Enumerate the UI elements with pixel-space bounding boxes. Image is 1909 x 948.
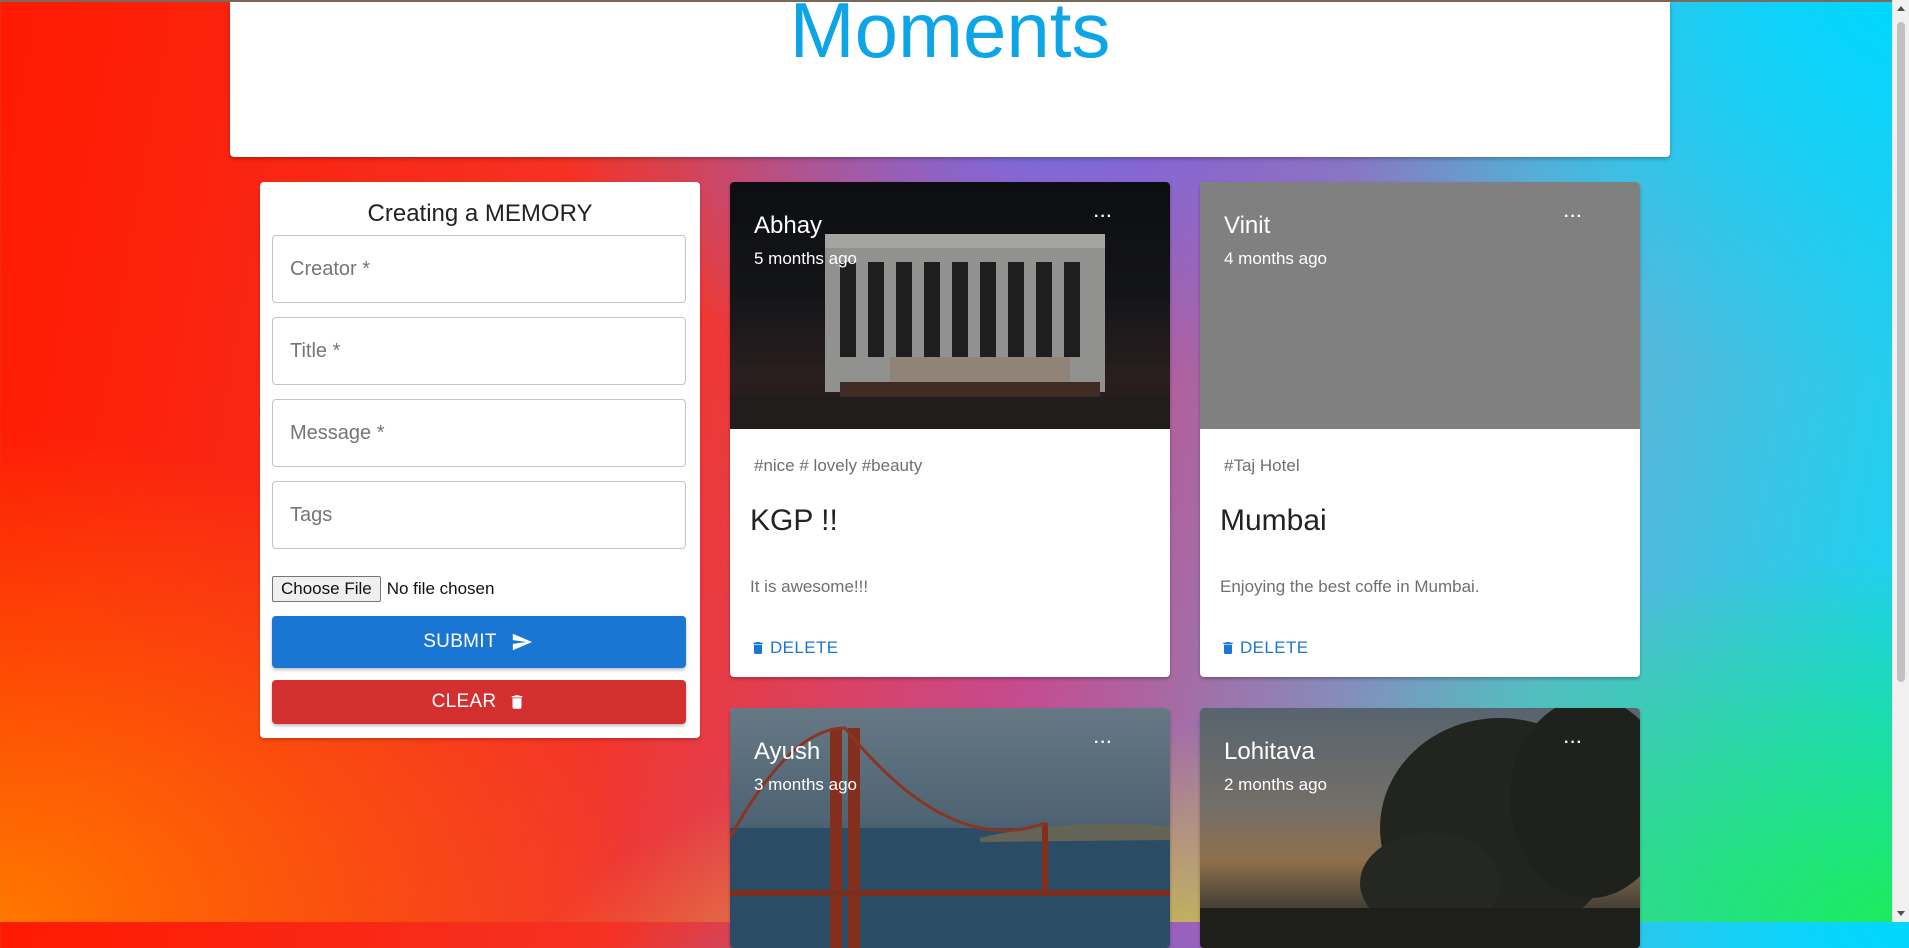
submit-button[interactable]: SUBMIT (272, 616, 686, 668)
message-field[interactable]: Message * (272, 399, 686, 467)
clear-label: CLEAR (431, 691, 497, 712)
post-image: Lohitava 2 months ago ··· (1200, 708, 1640, 948)
post-message: Enjoying the best coffe in Mumbai. (1220, 577, 1480, 596)
trash-icon (753, 642, 763, 654)
post-time: 5 months ago (754, 249, 858, 268)
scroll-up-arrow-icon[interactable] (1897, 6, 1905, 11)
tags-field[interactable]: Tags (272, 481, 686, 549)
more-options-button[interactable]: ··· (1094, 734, 1113, 752)
scrollbar-thumb[interactable] (1897, 22, 1905, 682)
scroll-down-arrow-icon[interactable] (1897, 911, 1905, 916)
trash-icon (512, 695, 523, 709)
app-bar: Moments (230, 0, 1670, 157)
creator-field[interactable]: Creator * (272, 235, 686, 303)
file-picker: Choose File No file chosen (272, 576, 494, 602)
tags-placeholder: Tags (290, 503, 333, 526)
post-image: Abhay 5 months ago ··· (730, 182, 1170, 429)
post-time: 2 months ago (1224, 775, 1328, 794)
post-tags: #nice # lovely #beauty (754, 456, 923, 475)
post-tags: #Taj Hotel (1224, 456, 1300, 475)
post-card: Ayush 3 months ago ··· (730, 708, 1170, 948)
delete-button[interactable]: DELETE (1220, 638, 1309, 658)
page-scrollbar[interactable] (1892, 0, 1909, 922)
post-time: 3 months ago (754, 775, 858, 794)
delete-button[interactable]: DELETE (750, 638, 839, 658)
post-title: Mumbai (1220, 504, 1327, 537)
post-card: Abhay 5 months ago ··· #nice # lovely #b… (730, 182, 1170, 677)
submit-label: SUBMIT (423, 631, 497, 652)
creator-placeholder: Creator * (290, 257, 371, 280)
post-creator: Ayush (754, 738, 821, 765)
post-card: Vinit 4 months ago ··· #Taj Hotel Mumbai… (1200, 182, 1640, 677)
post-image: Ayush 3 months ago ··· (730, 708, 1170, 948)
trash-icon (1223, 642, 1233, 654)
file-status: No file chosen (386, 579, 495, 598)
post-message: It is awesome!!! (750, 577, 869, 596)
send-icon (512, 633, 532, 651)
post-card: Lohitava 2 months ago ··· (1200, 708, 1640, 948)
memory-form: Creating a MEMORY Creator * Title * Mess… (260, 182, 700, 738)
more-options-button[interactable]: ··· (1564, 734, 1583, 752)
title-placeholder: Title * (290, 339, 341, 362)
delete-label: DELETE (1240, 638, 1309, 657)
post-creator: Lohitava (1224, 738, 1315, 765)
clear-button[interactable]: CLEAR (272, 680, 686, 724)
more-options-button[interactable]: ··· (1094, 208, 1113, 226)
brand-title: Moments (789, 0, 1111, 74)
delete-label: DELETE (770, 638, 839, 657)
post-creator: Vinit (1224, 212, 1271, 239)
title-field[interactable]: Title * (272, 317, 686, 385)
more-options-button[interactable]: ··· (1564, 208, 1583, 226)
message-placeholder: Message * (290, 421, 385, 444)
post-creator: Abhay (754, 212, 823, 239)
choose-file-button[interactable]: Choose File (272, 576, 381, 602)
form-title: Creating a MEMORY (367, 200, 593, 227)
post-title: KGP !! (750, 504, 838, 537)
post-image: Vinit 4 months ago ··· (1200, 182, 1640, 429)
post-time: 4 months ago (1224, 249, 1328, 268)
